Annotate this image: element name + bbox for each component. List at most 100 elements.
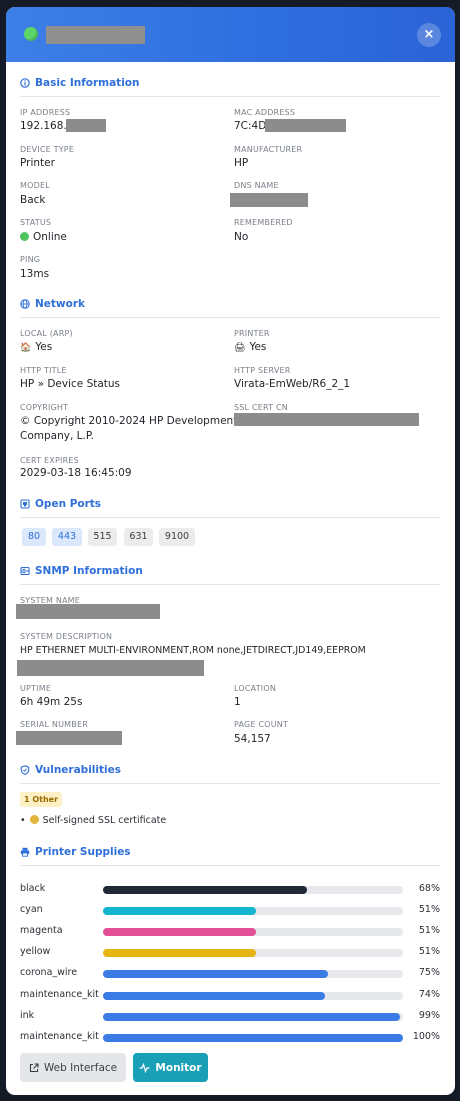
shield-icon bbox=[20, 764, 30, 775]
supply-level-bar bbox=[103, 928, 403, 936]
supply-level-bar bbox=[103, 886, 403, 894]
supply-percent: 74% bbox=[418, 989, 440, 1000]
supply-percent: 51% bbox=[418, 946, 440, 957]
port-443[interactable]: 443 bbox=[52, 528, 82, 546]
page-count-label: PAGE COUNT bbox=[234, 720, 289, 729]
supply-level-bar bbox=[103, 907, 403, 915]
supply-level-bar bbox=[103, 1013, 403, 1021]
supply-name: cyan bbox=[20, 904, 43, 915]
system-desc-redacted bbox=[17, 660, 204, 676]
supply-level-fill bbox=[103, 970, 328, 978]
supply-percent: 99% bbox=[418, 1010, 440, 1021]
uptime-label: UPTIME bbox=[20, 684, 52, 693]
supply-level-fill bbox=[103, 928, 256, 936]
ssl-cert-redacted bbox=[234, 413, 419, 426]
basic-info-section: Basic Information bbox=[20, 75, 440, 97]
modal-header: × bbox=[6, 7, 455, 62]
mac-redacted bbox=[265, 119, 346, 132]
status-value: Online bbox=[20, 231, 67, 243]
copyright-line1: © Copyright 2010-2024 HP Development bbox=[20, 415, 238, 427]
monitor-button[interactable]: Monitor bbox=[133, 1053, 208, 1082]
supply-percent: 100% bbox=[412, 1031, 440, 1042]
supply-name: corona_wire bbox=[20, 967, 78, 978]
printer-label: PRINTER bbox=[234, 329, 270, 338]
port-9100[interactable]: 9100 bbox=[159, 528, 195, 546]
vuln-count-badge: 1 Other bbox=[20, 792, 63, 807]
local-arp-label: LOCAL (ARP) bbox=[20, 329, 73, 338]
external-link-icon bbox=[29, 1062, 39, 1072]
http-title-label: HTTP TITLE bbox=[20, 366, 67, 375]
system-desc-value: HP ETHERNET MULTI-ENVIRONMENT,ROM none,J… bbox=[20, 645, 366, 656]
model-label: MODEL bbox=[20, 181, 50, 190]
supply-level-bar bbox=[103, 992, 403, 1000]
vulnerabilities-section: Vulnerabilities bbox=[20, 762, 440, 784]
vuln-item: • Self-signed SSL certificate bbox=[20, 815, 167, 826]
supply-row: black 68% bbox=[20, 883, 440, 897]
supply-level-bar bbox=[103, 970, 403, 978]
server-icon bbox=[20, 566, 30, 575]
device-name-redacted bbox=[46, 26, 145, 44]
section-title: Vulnerabilities bbox=[35, 763, 121, 776]
section-title: Open Ports bbox=[35, 497, 102, 510]
mac-value: 7C:4D bbox=[234, 120, 267, 132]
ping-value: 13ms bbox=[20, 268, 50, 280]
supply-row: magenta 51% bbox=[20, 925, 440, 939]
supply-level-fill bbox=[103, 1013, 400, 1021]
device-type-value: Printer bbox=[20, 157, 55, 169]
system-desc-label: SYSTEM DESCRIPTION bbox=[20, 632, 113, 641]
supply-level-bar bbox=[103, 949, 403, 957]
close-button[interactable]: × bbox=[417, 23, 441, 47]
supply-name: black bbox=[20, 883, 46, 894]
info-icon bbox=[20, 77, 30, 88]
house-icon: 🏠 bbox=[20, 343, 32, 353]
copyright-line2: Company, L.P. bbox=[20, 430, 94, 442]
supply-row: maintenance_kit 100% bbox=[20, 1031, 440, 1045]
section-title: Network bbox=[35, 297, 86, 310]
remembered-value: No bbox=[234, 231, 249, 243]
printer-supplies-section: Printer Supplies bbox=[20, 844, 440, 866]
device-type-label: DEVICE TYPE bbox=[20, 145, 75, 154]
serial-label: SERIAL NUMBER bbox=[20, 720, 88, 729]
ip-redacted bbox=[66, 119, 106, 132]
dns-redacted bbox=[230, 193, 308, 207]
ip-value: 192.168. bbox=[20, 120, 67, 132]
page-count-value: 54,157 bbox=[234, 733, 271, 745]
supply-level-bar bbox=[103, 1034, 403, 1042]
supply-row: yellow 51% bbox=[20, 946, 440, 960]
globe-icon bbox=[20, 298, 30, 309]
printer-icon bbox=[20, 847, 30, 857]
dns-label: DNS NAME bbox=[234, 181, 279, 190]
supply-row: corona_wire 75% bbox=[20, 967, 440, 981]
supply-level-fill bbox=[103, 992, 325, 1000]
supply-percent: 51% bbox=[418, 925, 440, 936]
web-interface-button[interactable]: Web Interface bbox=[20, 1053, 126, 1082]
supply-level-fill bbox=[103, 1034, 403, 1042]
model-value: Back bbox=[20, 194, 46, 206]
warning-dot-icon bbox=[29, 815, 39, 824]
local-arp-value: 🏠 Yes bbox=[20, 341, 53, 353]
section-title: Printer Supplies bbox=[35, 845, 131, 858]
supply-row: cyan 51% bbox=[20, 904, 440, 918]
cert-expires-value: 2029-03-18 16:45:09 bbox=[20, 467, 132, 479]
http-server-label: HTTP SERVER bbox=[234, 366, 291, 375]
supply-name: magenta bbox=[20, 925, 63, 936]
port-80[interactable]: 80 bbox=[22, 528, 46, 546]
serial-redacted bbox=[16, 731, 122, 745]
open-ports-section: Open Ports bbox=[20, 496, 440, 518]
port-631[interactable]: 631 bbox=[124, 528, 153, 546]
port-515[interactable]: 515 bbox=[88, 528, 117, 546]
supply-percent: 75% bbox=[418, 967, 440, 978]
network-section: Network bbox=[20, 296, 440, 318]
ip-label: IP ADDRESS bbox=[20, 108, 71, 117]
supply-level-fill bbox=[103, 886, 307, 894]
location-value: 1 bbox=[234, 696, 241, 708]
http-server-value: Virata-EmWeb/R6_2_1 bbox=[234, 378, 351, 390]
ping-label: PING bbox=[20, 255, 41, 264]
copyright-label: COPYRIGHT bbox=[20, 403, 69, 412]
status-dot-icon bbox=[24, 27, 38, 41]
status-label: STATUS bbox=[20, 218, 52, 227]
supply-name: maintenance_kit bbox=[20, 1031, 99, 1042]
supply-level-fill bbox=[103, 949, 256, 957]
remembered-label: REMEMBERED bbox=[234, 218, 293, 227]
uptime-value: 6h 49m 25s bbox=[20, 696, 83, 708]
